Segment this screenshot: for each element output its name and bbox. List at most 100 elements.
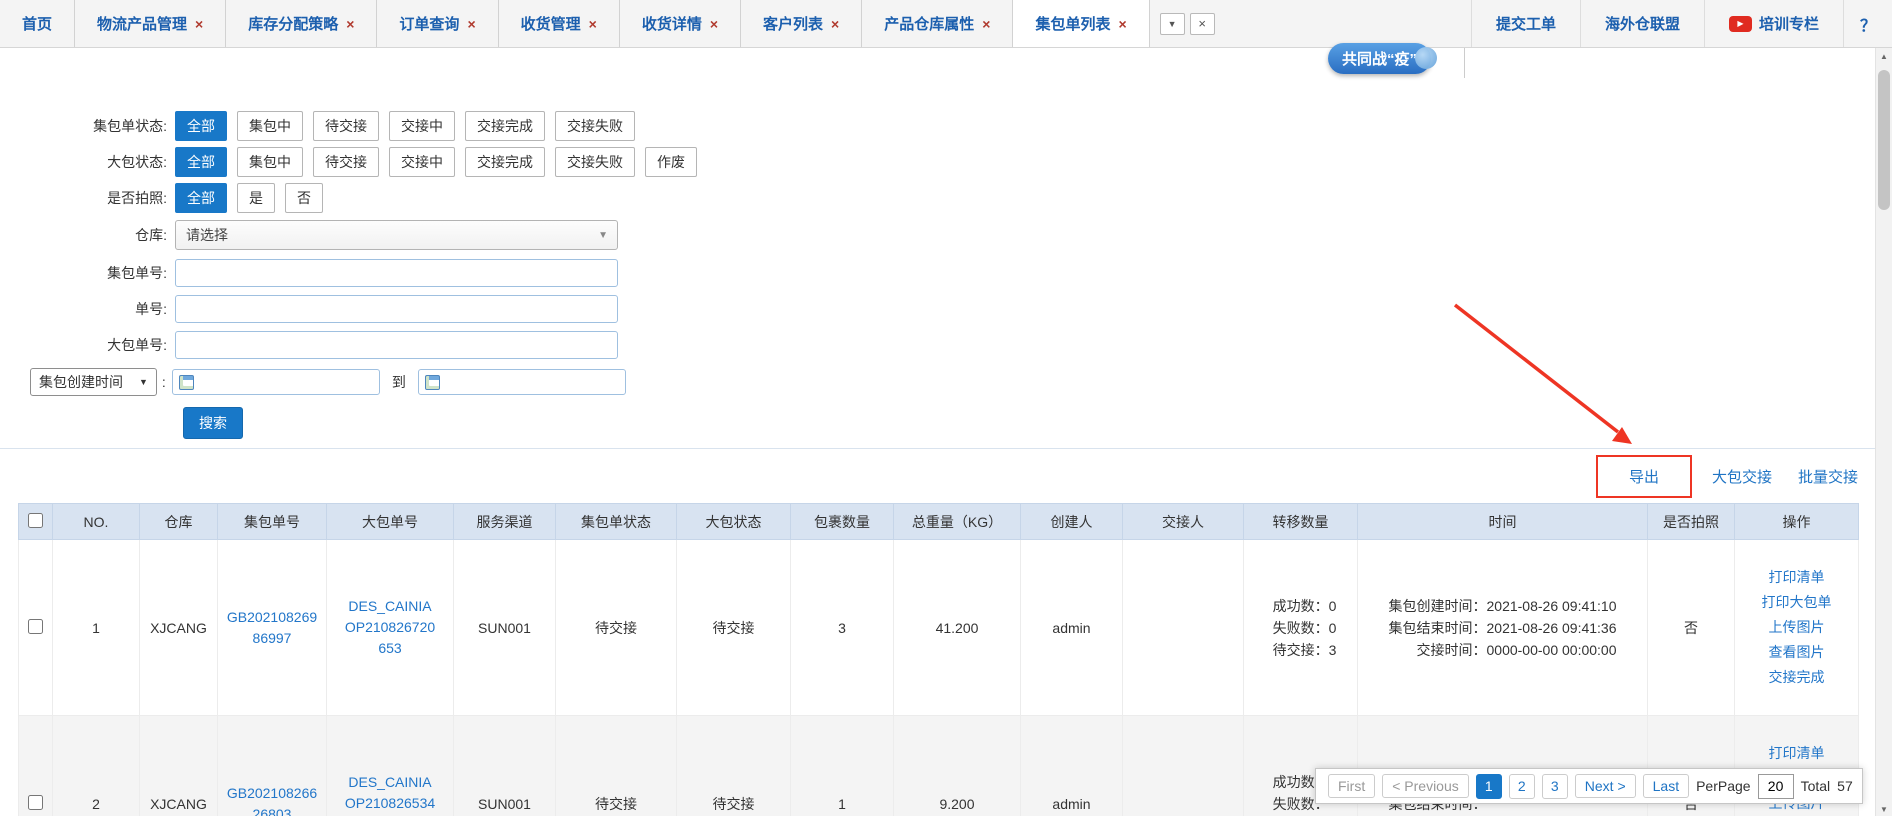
- order-no-label: 单号:: [0, 299, 175, 319]
- header-transfer-qty: 转移数量: [1244, 504, 1358, 540]
- order-no-input[interactable]: [175, 295, 618, 323]
- tab-product-warehouse-attributes[interactable]: 产品仓库属性 ×: [862, 0, 1013, 47]
- warehouse-select[interactable]: 请选择 ▼: [175, 220, 618, 250]
- cell-handover-person: [1123, 540, 1244, 716]
- cell-bundle-status: 待交接: [556, 716, 677, 816]
- bundle-no-link[interactable]: GB20210826626803: [225, 783, 319, 816]
- date-to-input[interactable]: [418, 369, 626, 395]
- close-icon[interactable]: ×: [1118, 16, 1126, 32]
- bundle-status-option-pending-handover[interactable]: 待交接: [313, 111, 379, 141]
- tab-logistics-product-management[interactable]: 物流产品管理 ×: [75, 0, 226, 47]
- photo-option-yes[interactable]: 是: [237, 183, 275, 213]
- tab-customer-list[interactable]: 客户列表 ×: [741, 0, 862, 47]
- bag-no-link[interactable]: DES_CAINIA OP210826534684: [343, 772, 437, 816]
- tab-receiving-detail[interactable]: 收货详情 ×: [620, 0, 741, 47]
- header-links: 提交工单 海外仓联盟 ▶ 培训专栏 ？: [1471, 0, 1892, 47]
- print-bag-form-link[interactable]: 打印大包单: [1739, 590, 1854, 615]
- cell-package-qty: 1: [791, 716, 894, 816]
- close-icon[interactable]: ×: [346, 16, 354, 32]
- pagination-next-button[interactable]: Next >: [1575, 774, 1636, 798]
- bag-status-option-handing-over[interactable]: 交接中: [389, 147, 455, 177]
- bag-no-filter: 大包单号:: [0, 331, 1892, 358]
- bundle-status-option-all[interactable]: 全部: [175, 111, 227, 141]
- search-button[interactable]: 搜索: [183, 407, 243, 439]
- vertical-scrollbar[interactable]: ▲ ▼: [1875, 48, 1892, 816]
- tab-list-dropdown-icon[interactable]: ▼: [1160, 13, 1185, 35]
- close-icon[interactable]: ×: [589, 16, 597, 32]
- tab-order-query[interactable]: 订单查询 ×: [377, 0, 498, 47]
- select-all-checkbox[interactable]: [28, 513, 43, 528]
- scroll-down-icon[interactable]: ▼: [1876, 802, 1892, 816]
- view-image-link[interactable]: 查看图片: [1739, 640, 1854, 665]
- bag-status-label: 大包状态:: [0, 152, 175, 172]
- warehouse-filter: 仓库: 请选择 ▼: [0, 220, 1892, 250]
- batch-handover-button[interactable]: 批量交接: [1798, 466, 1858, 487]
- close-icon[interactable]: ×: [710, 16, 718, 32]
- bundle-no-link[interactable]: GB20210826986997: [225, 607, 319, 649]
- overseas-alliance-link[interactable]: 海外仓联盟: [1580, 0, 1704, 47]
- handover-complete-link[interactable]: 交接完成: [1739, 665, 1854, 690]
- bag-status-option-all[interactable]: 全部: [175, 147, 227, 177]
- scroll-up-icon[interactable]: ▲: [1876, 48, 1892, 64]
- pagination-first-button[interactable]: First: [1328, 774, 1375, 798]
- row-checkbox[interactable]: [28, 795, 43, 810]
- export-button[interactable]: 导出: [1629, 469, 1659, 486]
- total-count: 57: [1837, 778, 1853, 794]
- cell-photographed: 否: [1648, 540, 1735, 716]
- cell-creator: admin: [1021, 716, 1123, 816]
- pagination-last-button[interactable]: Last: [1643, 774, 1689, 798]
- bag-status-option-bundling[interactable]: 集包中: [237, 147, 303, 177]
- bundle-status-option-handover-complete[interactable]: 交接完成: [465, 111, 545, 141]
- header-no: NO.: [53, 504, 140, 540]
- tab-home[interactable]: 首页: [0, 0, 75, 47]
- close-icon[interactable]: ×: [831, 16, 839, 32]
- header-operations: 操作: [1735, 504, 1859, 540]
- pagination-page-2[interactable]: 2: [1509, 774, 1535, 799]
- bag-no-label: 大包单号:: [0, 335, 175, 355]
- cell-total-weight: 41.200: [894, 540, 1021, 716]
- bag-no-link[interactable]: DES_CAINIA OP210826720653: [343, 596, 437, 659]
- cell-service-channel: SUN001: [454, 540, 556, 716]
- pagination-page-3[interactable]: 3: [1542, 774, 1568, 799]
- bundle-status-option-bundling[interactable]: 集包中: [237, 111, 303, 141]
- tab-receiving-management[interactable]: 收货管理 ×: [499, 0, 620, 47]
- tab-bundle-list[interactable]: 集包单列表 ×: [1013, 0, 1149, 47]
- bag-status-option-handover-failed[interactable]: 交接失败: [555, 147, 635, 177]
- photo-option-no[interactable]: 否: [285, 183, 323, 213]
- bag-status-option-pending-handover[interactable]: 待交接: [313, 147, 379, 177]
- close-tab-icon[interactable]: ×: [1190, 13, 1215, 35]
- cell-creator: admin: [1021, 540, 1123, 716]
- bag-status-option-handover-complete[interactable]: 交接完成: [465, 147, 545, 177]
- submit-ticket-link[interactable]: 提交工单: [1471, 0, 1580, 47]
- select-arrow-icon: ▼: [139, 377, 148, 387]
- bag-handover-button[interactable]: 大包交接: [1712, 466, 1772, 487]
- bag-status-option-voided[interactable]: 作废: [645, 147, 697, 177]
- upload-image-link[interactable]: 上传图片: [1739, 615, 1854, 640]
- training-column-link[interactable]: ▶ 培训专栏: [1704, 0, 1843, 47]
- bundle-status-label: 集包单状态:: [0, 116, 175, 136]
- scrollbar-thumb[interactable]: [1878, 70, 1890, 210]
- table-header-row: NO. 仓库 集包单号 大包单号 服务渠道 集包单状态 大包状态 包裹数量 总重…: [19, 504, 1859, 540]
- bundle-no-label: 集包单号:: [0, 263, 175, 283]
- row-checkbox[interactable]: [28, 619, 43, 634]
- time-type-select[interactable]: 集包创建时间 ▼: [30, 368, 157, 396]
- close-icon[interactable]: ×: [982, 16, 990, 32]
- close-icon[interactable]: ×: [467, 16, 475, 32]
- pagination-page-1[interactable]: 1: [1476, 774, 1502, 799]
- date-from-input[interactable]: [172, 369, 380, 395]
- help-icon[interactable]: ？: [1843, 0, 1892, 47]
- bag-no-input[interactable]: [175, 331, 618, 359]
- calendar-icon[interactable]: [425, 375, 440, 390]
- pagination-prev-button[interactable]: < Previous: [1382, 774, 1469, 798]
- per-page-input[interactable]: [1758, 774, 1794, 799]
- print-list-link[interactable]: 打印清单: [1739, 741, 1854, 766]
- calendar-icon[interactable]: [179, 375, 194, 390]
- close-icon[interactable]: ×: [195, 16, 203, 32]
- bundle-no-input[interactable]: [175, 259, 618, 287]
- bundle-status-option-handover-failed[interactable]: 交接失败: [555, 111, 635, 141]
- photo-option-all[interactable]: 全部: [175, 183, 227, 213]
- bundle-status-option-handing-over[interactable]: 交接中: [389, 111, 455, 141]
- tab-inventory-allocation-strategy[interactable]: 库存分配策略 ×: [226, 0, 377, 47]
- header-photographed: 是否拍照: [1648, 504, 1735, 540]
- print-list-link[interactable]: 打印清单: [1739, 565, 1854, 590]
